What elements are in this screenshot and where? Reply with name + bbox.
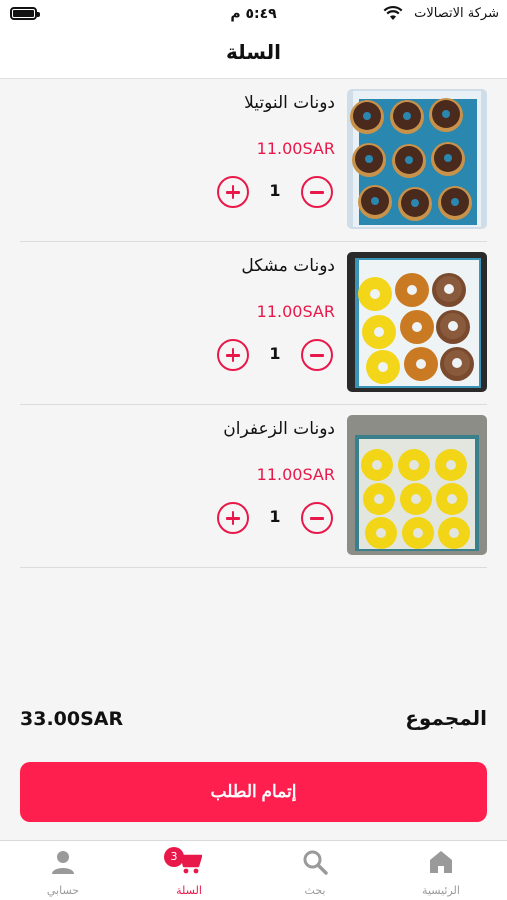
wifi-icon [383,6,403,20]
page-header: السلة [0,30,507,79]
home-icon [430,851,452,873]
product-image [347,89,487,229]
product-image [347,252,487,392]
tab-label: الرئيسية [422,884,460,897]
increase-quantity-button[interactable] [217,502,249,534]
product-price: 11.00SAR [256,139,335,158]
tab-home[interactable]: الرئيسية [378,841,504,900]
total-label: المجموع [405,706,487,730]
tab-account[interactable]: حسابي [0,841,126,900]
tab-cart[interactable]: 3 السلة [126,841,252,900]
quantity-value: 1 [269,344,281,363]
quantity-value: 1 [269,181,281,200]
product-name: دونات الزعفران [223,419,335,439]
tab-label: السلة [176,884,202,897]
increase-quantity-button[interactable] [217,176,249,208]
product-price: 11.00SAR [256,302,335,321]
tab-label: بحث [304,884,326,897]
cart-item: دونات مشكل 11.00SAR 1 [20,242,487,405]
status-bar: ٥:٤٩ م شركة الاتصالات [0,0,507,30]
cart-count-badge: 3 [164,847,184,867]
checkout-button[interactable]: إتمام الطلب [20,762,487,822]
product-image [347,415,487,555]
decrease-quantity-button[interactable] [301,176,333,208]
user-icon [52,851,74,874]
product-name: دونات مشكل [241,256,335,276]
tab-bar: حسابي 3 السلة بحث الرئيسية [0,840,507,900]
tab-search[interactable]: بحث [252,841,378,900]
decrease-quantity-button[interactable] [301,502,333,534]
tab-label: حسابي [46,884,80,897]
cart-item: دونات الزعفران 11.00SAR 1 [20,405,487,568]
search-icon [303,850,328,875]
quantity-value: 1 [269,507,281,526]
product-name: دونات النوتيلا [244,93,335,113]
product-price: 11.00SAR [256,465,335,484]
decrease-quantity-button[interactable] [301,339,333,371]
page-title: السلة [225,40,281,64]
increase-quantity-button[interactable] [217,339,249,371]
carrier-name: شركة الاتصالات [414,6,499,21]
cart-item: دونات النوتيلا 11.00SAR 1 [20,79,487,242]
total-value: 33.00SAR [20,708,124,730]
